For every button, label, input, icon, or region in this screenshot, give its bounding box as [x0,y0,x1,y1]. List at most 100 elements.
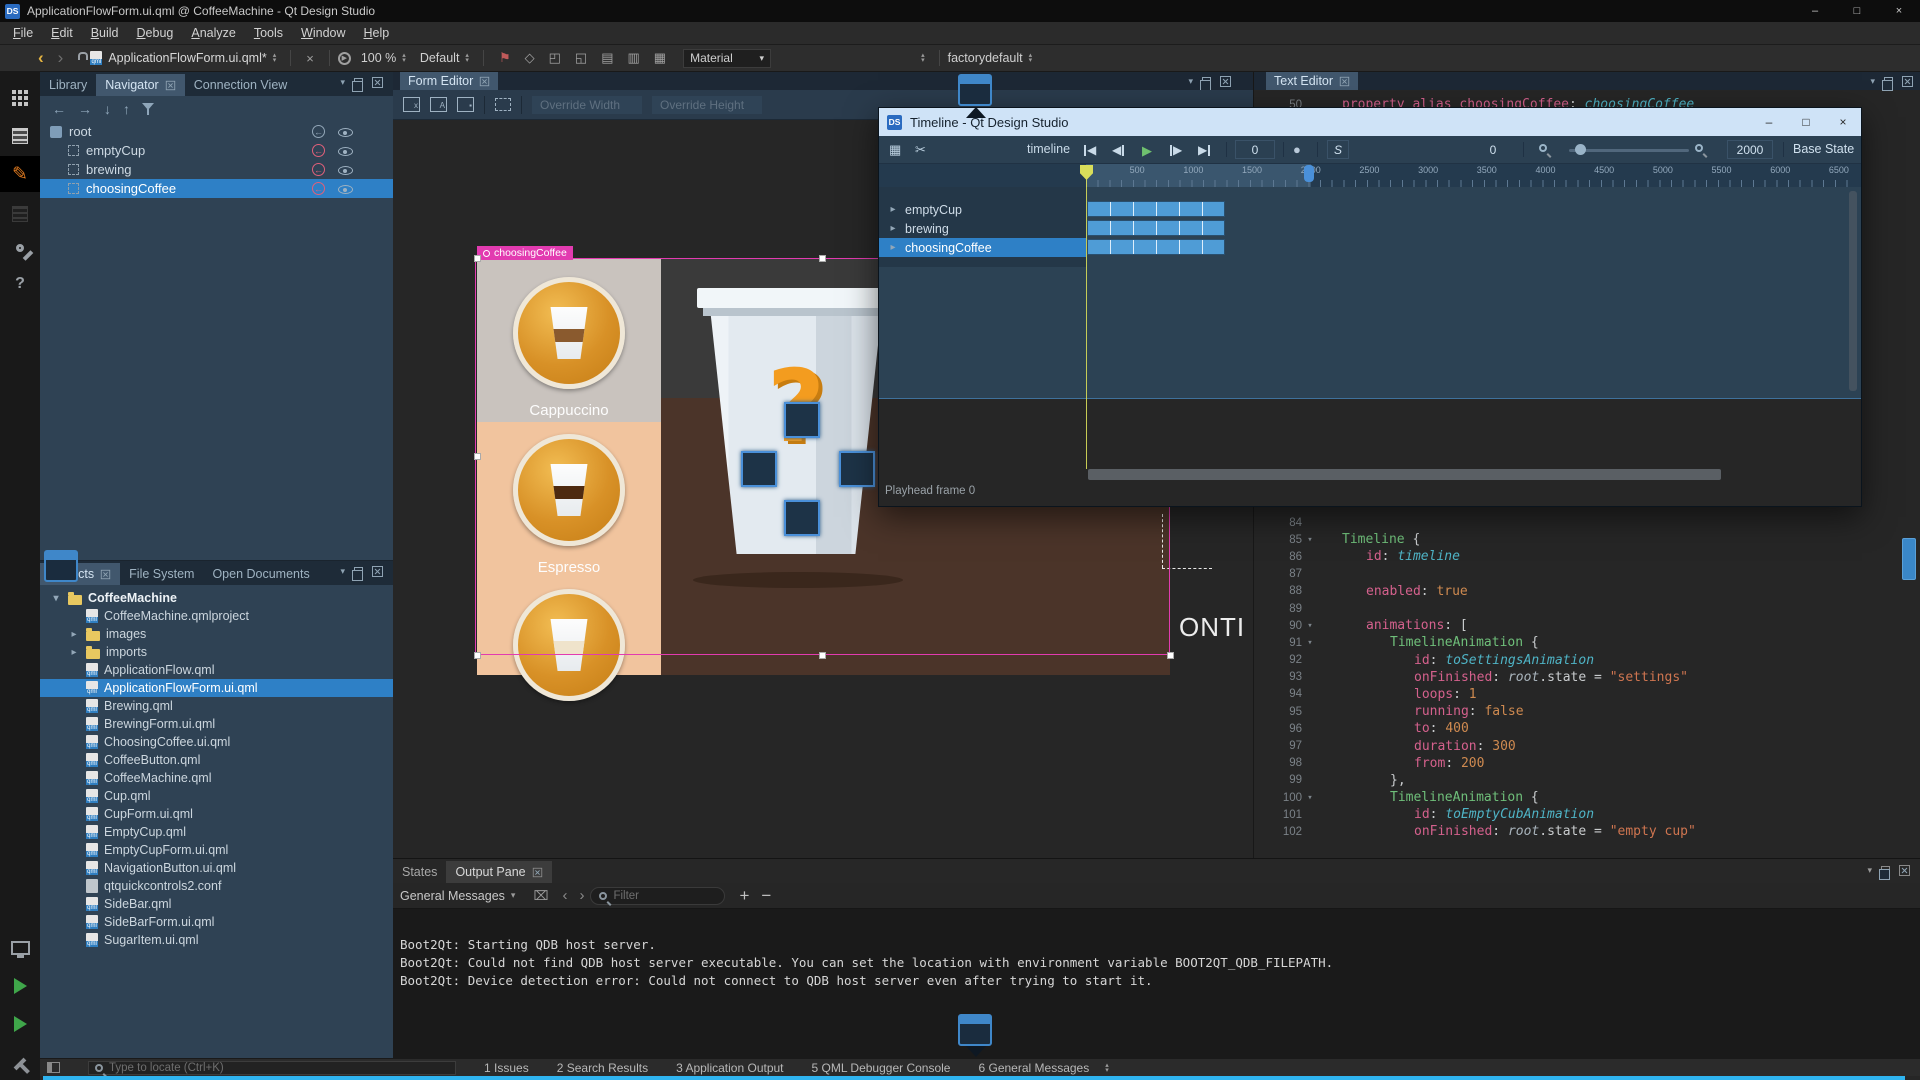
project-file-row[interactable]: qtquickcontrols2.conf [40,877,393,895]
code-area[interactable]: 84 85 ▾ Timeline { 86 id: timeline 87 88… [1254,514,1920,841]
panel-menu-icon[interactable]: ▾ [1188,76,1193,87]
timeline-hscrollbar[interactable] [1088,469,1721,480]
expand-arrow-icon[interactable]: ▸ [887,242,899,253]
expand-arrow-icon[interactable]: ▾ [50,593,62,604]
visibility-eye-icon[interactable] [338,185,353,194]
code-line[interactable]: 102 onFinished: root.state = "empty cup" [1254,823,1920,840]
debug-run-button[interactable] [0,1008,40,1040]
code-line[interactable]: 93 onFinished: root.state = "settings" [1254,669,1920,686]
project-file-row[interactable]: Cup.qml [40,787,393,805]
code-line[interactable]: 88 enabled: true [1254,583,1920,600]
editor-scrollbar-handle[interactable] [1902,538,1916,580]
code-line[interactable]: 87 [1254,566,1920,583]
menu-item[interactable]: Analyze [182,22,244,44]
toolbar-icon[interactable]: ◱ [575,50,587,66]
next-frame-button[interactable]: ▶ [1170,143,1182,157]
export-icon[interactable]: ← [312,144,325,157]
tab-form-editor[interactable]: Form Editor [400,72,498,90]
timeline-settings-icon[interactable]: ▦ [889,142,901,158]
toolbar-icon[interactable]: ◇ [525,50,535,66]
navigator-item[interactable]: emptyCup ← [40,141,393,160]
move-down-icon[interactable]: ↓ [104,101,111,117]
curve-editor-icon[interactable]: ✂ [915,142,926,158]
timeline-window[interactable]: DS Timeline - Qt Design Studio – □ × ▦ ✂… [878,107,1862,507]
menu-item[interactable]: Tools [245,22,292,44]
cappuccino-icon[interactable] [513,277,625,389]
toolbar-icon[interactable]: ▥ [627,50,639,66]
project-file-row[interactable]: SugarItem.ui.qml [40,931,393,949]
timeline-vscrollbar[interactable] [1849,191,1857,391]
export-icon[interactable]: ← [312,125,325,138]
project-file-row[interactable]: CoffeeButton.qml [40,751,393,769]
code-line[interactable]: 86 id: timeline [1254,548,1920,565]
sugar-cube[interactable] [839,451,875,487]
panel-menu-icon[interactable]: ▾ [340,77,345,88]
code-line[interactable]: 84 [1254,514,1920,531]
channel-dropdown-icon[interactable]: ▾ [511,890,516,901]
document-stepper[interactable]: ▴▾ [273,53,277,63]
kit-target-icon[interactable] [0,932,40,964]
snap-off-icon[interactable]: x [403,97,420,112]
override-width-field[interactable]: Override Width [532,96,642,114]
maximize-pane-icon[interactable] [1899,865,1910,876]
keyframe-bar[interactable] [1087,220,1225,236]
console-output[interactable]: Boot2Qt: Starting QDB host server.Boot2Q… [393,909,1920,1059]
timeline-maximize-button[interactable]: □ [1788,108,1824,136]
code-line[interactable]: 90 ▾ animations: [ [1254,617,1920,634]
output-channel-selector[interactable]: General Messages [400,889,505,903]
code-line[interactable]: 98 from: 200 [1254,755,1920,772]
output-filter-input[interactable]: Filter [590,887,725,905]
code-line[interactable]: 85 ▾ Timeline { [1254,531,1920,548]
close-tab-icon[interactable] [532,867,541,876]
close-panel-icon[interactable] [1902,76,1913,87]
project-file-row[interactable]: EmptyCupForm.ui.qml [40,841,393,859]
empty-stepper[interactable]: ▴▾ [921,53,925,63]
forward-button[interactable]: › [58,48,64,68]
timeline-track-row[interactable]: ▸ choosingCoffee [879,238,1086,257]
tab-open-documents[interactable]: Open Documents [203,563,318,585]
pane-stepper[interactable]: ▴▾ [1105,1063,1109,1073]
panel-menu-icon[interactable]: ▾ [340,566,345,577]
live-preview-icon[interactable]: ▶ [338,52,351,65]
close-panel-icon[interactable] [372,77,383,88]
open-document-selector[interactable]: ApplicationFlowForm.ui.qml* [108,51,266,65]
project-file-row[interactable]: CoffeeMachine.qmlproject [40,607,393,625]
run-button[interactable] [0,970,40,1002]
toolbar-icon[interactable]: ◰ [549,50,561,66]
code-line[interactable]: 91 ▾ TimelineAnimation { [1254,634,1920,651]
project-file-row[interactable]: ApplicationFlowForm.ui.qml [40,679,393,697]
to-start-button[interactable]: ◀ [1084,143,1096,157]
tab-text-editor[interactable]: Text Editor [1266,72,1358,90]
zoom-out-button[interactable]: − [761,886,771,906]
base-state-button[interactable]: Base State [1793,142,1854,156]
float-panel-icon[interactable] [1881,866,1890,875]
timeline-ruler[interactable]: 5001000150020002500300035004000450050005… [879,164,1861,187]
move-left-icon[interactable]: ← [52,101,66,117]
navigator-item[interactable]: root ← [40,122,393,141]
menu-item[interactable]: Build [82,22,128,44]
float-panel-icon[interactable] [1202,77,1211,86]
zoom-in-button[interactable]: + [739,886,749,906]
filter-icon[interactable] [142,103,156,116]
resize-handle[interactable] [474,453,481,460]
navigator-item[interactable]: choosingCoffee ← [40,179,393,198]
espresso-icon[interactable] [513,434,625,546]
visibility-eye-icon[interactable] [338,128,353,137]
close-tab-icon[interactable] [101,569,110,578]
menu-item[interactable]: Edit [42,22,82,44]
close-panel-icon[interactable] [1220,76,1231,87]
collapse-pane-icon[interactable]: ▾ [1867,865,1872,876]
visibility-eye-icon[interactable] [338,147,353,156]
kit-stepper[interactable]: ▴▾ [1029,53,1033,63]
output-pane-button[interactable]: 5 QML Debugger Console [812,1061,951,1075]
fold-marker-icon[interactable]: ▾ [1302,638,1318,648]
timeline-track-row[interactable]: ▸ emptyCup [879,200,1086,219]
project-file-row[interactable]: SideBar.qml [40,895,393,913]
code-line[interactable]: 95 running: false [1254,703,1920,720]
fold-marker-icon[interactable]: ▾ [1302,535,1318,545]
panel-menu-icon[interactable]: ▾ [1870,76,1875,87]
project-file-row[interactable]: ApplicationFlow.qml [40,661,393,679]
output-pane-button[interactable]: 6 General Messages [978,1061,1089,1075]
design-mode-icon[interactable]: ✎ [0,156,40,192]
debug-mode-icon[interactable] [0,198,40,230]
